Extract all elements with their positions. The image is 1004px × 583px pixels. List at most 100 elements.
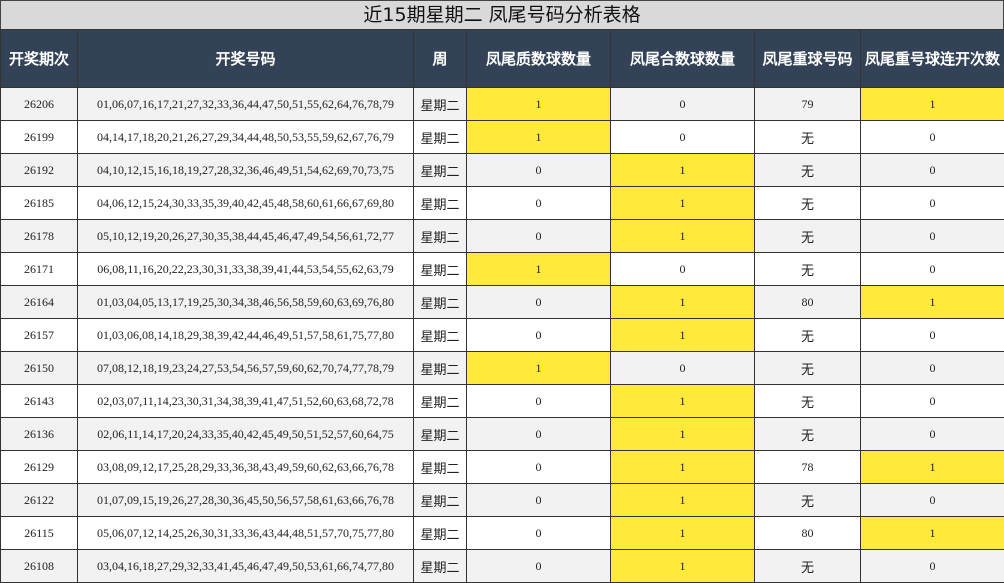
table-row: 26164 01,03,04,05,13,17,19,25,30,34,38,46… — [0, 285, 1004, 319]
cell-prime-count: 0 — [466, 186, 611, 220]
cell-numbers: 01,07,09,15,19,26,27,28,30,36,45,50,56,5… — [77, 483, 414, 517]
cell-period: 26192 — [0, 153, 78, 187]
cell-numbers: 02,03,07,11,14,23,30,31,34,38,39,41,47,5… — [77, 384, 414, 418]
header-week: 周 — [413, 29, 467, 88]
cell-prime-count: 0 — [466, 285, 611, 319]
cell-repeat-streak: 1 — [860, 516, 1004, 550]
table-row: 26178 05,10,12,19,20,26,27,30,35,38,44,45… — [0, 219, 1004, 253]
cell-repeat-streak: 0 — [860, 153, 1004, 187]
cell-repeat-number: 80 — [754, 285, 861, 319]
cell-repeat-streak: 0 — [860, 318, 1004, 352]
cell-repeat-streak: 0 — [860, 252, 1004, 286]
cell-numbers: 02,06,11,14,17,20,24,33,35,40,42,45,49,5… — [77, 417, 414, 451]
table-row: 26150 07,08,12,18,19,23,24,27,53,54,56,57… — [0, 351, 1004, 385]
cell-repeat-number: 79 — [754, 87, 861, 121]
cell-prime-count: 0 — [466, 219, 611, 253]
table-row: 26157 01,03,06,08,14,18,29,38,39,42,44,46… — [0, 318, 1004, 352]
cell-repeat-streak: 0 — [860, 549, 1004, 583]
cell-numbers: 01,03,04,05,13,17,19,25,30,34,38,46,56,5… — [77, 285, 414, 319]
table-row: 26136 02,06,11,14,17,20,24,33,35,40,42,45… — [0, 417, 1004, 451]
cell-week: 星期二 — [413, 87, 467, 121]
cell-period: 26171 — [0, 252, 78, 286]
cell-week: 星期二 — [413, 516, 467, 550]
header-composite-count: 凤尾合数球数量 — [610, 29, 755, 88]
header-repeat-number: 凤尾重球号码 — [754, 29, 861, 88]
cell-repeat-streak: 0 — [860, 417, 1004, 451]
cell-numbers: 03,08,09,12,17,25,28,29,33,36,38,43,49,5… — [77, 450, 414, 484]
cell-prime-count: 0 — [466, 549, 611, 583]
cell-prime-count: 0 — [466, 483, 611, 517]
cell-prime-count: 0 — [466, 318, 611, 352]
cell-period: 26136 — [0, 417, 78, 451]
table-row: 26185 04,06,12,15,24,30,33,35,39,40,42,45… — [0, 186, 1004, 220]
header-period: 开奖期次 — [0, 29, 78, 88]
cell-numbers: 04,10,12,15,16,18,19,27,28,32,36,46,49,5… — [77, 153, 414, 187]
cell-composite-count: 1 — [610, 153, 755, 187]
table-row: 26108 03,04,16,18,27,29,32,33,41,45,46,47… — [0, 549, 1004, 583]
cell-period: 26143 — [0, 384, 78, 418]
cell-repeat-number: 78 — [754, 450, 861, 484]
cell-composite-count: 1 — [610, 549, 755, 583]
table-row: 26199 04,14,17,18,20,21,26,27,29,34,44,48… — [0, 120, 1004, 154]
cell-numbers: 07,08,12,18,19,23,24,27,53,54,56,57,59,6… — [77, 351, 414, 385]
cell-composite-count: 1 — [610, 516, 755, 550]
cell-repeat-number: 无 — [754, 351, 861, 385]
cell-repeat-number: 无 — [754, 384, 861, 418]
cell-numbers: 03,04,16,18,27,29,32,33,41,45,46,47,49,5… — [77, 549, 414, 583]
cell-composite-count: 1 — [610, 417, 755, 451]
cell-repeat-number: 无 — [754, 318, 861, 352]
cell-week: 星期二 — [413, 285, 467, 319]
table-row: 26171 06,08,11,16,20,22,23,30,31,33,38,39… — [0, 252, 1004, 286]
cell-week: 星期二 — [413, 186, 467, 220]
cell-prime-count: 1 — [466, 120, 611, 154]
cell-prime-count: 0 — [466, 384, 611, 418]
cell-composite-count: 1 — [610, 384, 755, 418]
cell-repeat-streak: 0 — [860, 483, 1004, 517]
cell-week: 星期二 — [413, 153, 467, 187]
cell-composite-count: 0 — [610, 87, 755, 121]
table-row: 26115 05,06,07,12,14,25,26,30,31,33,36,43… — [0, 516, 1004, 550]
analysis-table: 开奖期次 开奖号码 周 凤尾质数球数量 凤尾合数球数量 凤尾重球号码 凤尾重号球… — [0, 29, 1004, 583]
header-repeat-streak: 凤尾重号球连开次数 — [860, 29, 1004, 88]
cell-prime-count: 0 — [466, 417, 611, 451]
cell-period: 26157 — [0, 318, 78, 352]
cell-composite-count: 1 — [610, 318, 755, 352]
cell-week: 星期二 — [413, 219, 467, 253]
cell-repeat-streak: 1 — [860, 285, 1004, 319]
cell-composite-count: 0 — [610, 120, 755, 154]
cell-repeat-streak: 1 — [860, 450, 1004, 484]
table-row: 26143 02,03,07,11,14,23,30,31,34,38,39,41… — [0, 384, 1004, 418]
cell-week: 星期二 — [413, 252, 467, 286]
cell-repeat-streak: 0 — [860, 219, 1004, 253]
cell-period: 26129 — [0, 450, 78, 484]
cell-prime-count: 0 — [466, 153, 611, 187]
cell-week: 星期二 — [413, 318, 467, 352]
cell-period: 26199 — [0, 120, 78, 154]
cell-numbers: 01,06,07,16,17,21,27,32,33,36,44,47,50,5… — [77, 87, 414, 121]
cell-repeat-streak: 0 — [860, 186, 1004, 220]
cell-period: 26178 — [0, 219, 78, 253]
cell-period: 26206 — [0, 87, 78, 121]
cell-week: 星期二 — [413, 120, 467, 154]
table-row: 26129 03,08,09,12,17,25,28,29,33,36,38,43… — [0, 450, 1004, 484]
cell-week: 星期二 — [413, 483, 467, 517]
cell-period: 26150 — [0, 351, 78, 385]
table-title: 近15期星期二 凤尾号码分析表格 — [0, 0, 1004, 29]
header-row: 开奖期次 开奖号码 周 凤尾质数球数量 凤尾合数球数量 凤尾重球号码 凤尾重号球… — [0, 29, 1004, 88]
header-prime-count: 凤尾质数球数量 — [466, 29, 611, 88]
cell-composite-count: 0 — [610, 351, 755, 385]
table-row: 26122 01,07,09,15,19,26,27,28,30,36,45,50… — [0, 483, 1004, 517]
cell-composite-count: 1 — [610, 186, 755, 220]
cell-repeat-number: 无 — [754, 219, 861, 253]
cell-repeat-streak: 0 — [860, 351, 1004, 385]
cell-numbers: 04,14,17,18,20,21,26,27,29,34,44,48,50,5… — [77, 120, 414, 154]
cell-period: 26185 — [0, 186, 78, 220]
cell-numbers: 05,06,07,12,14,25,26,30,31,33,36,43,44,4… — [77, 516, 414, 550]
cell-week: 星期二 — [413, 549, 467, 583]
cell-composite-count: 1 — [610, 219, 755, 253]
cell-week: 星期二 — [413, 351, 467, 385]
cell-prime-count: 0 — [466, 450, 611, 484]
cell-prime-count: 1 — [466, 351, 611, 385]
cell-numbers: 06,08,11,16,20,22,23,30,31,33,38,39,41,4… — [77, 252, 414, 286]
table-row: 26206 01,06,07,16,17,21,27,32,33,36,44,47… — [0, 87, 1004, 121]
